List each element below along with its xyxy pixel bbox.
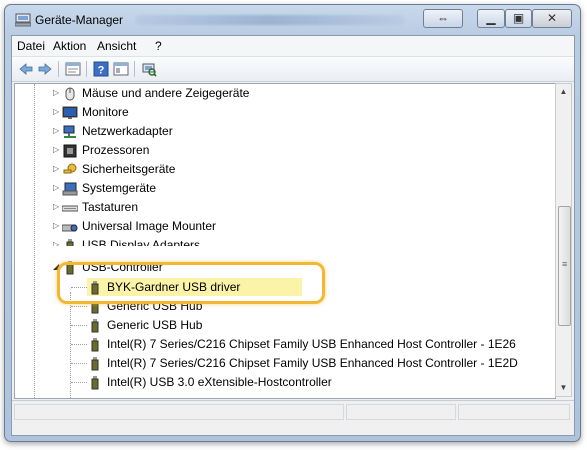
tree-item-label: Intel(R) 7 Series/C216 Chipset Family US…	[107, 337, 516, 351]
toolbar-separator	[134, 61, 135, 77]
status-cell	[458, 404, 570, 420]
keyboard-icon	[62, 205, 78, 212]
tree-item-label: Tastaturen	[82, 200, 139, 214]
expand-arrow-icon[interactable]: ▷	[53, 203, 61, 211]
close-button[interactable]: ✕	[532, 9, 572, 28]
tree-item-label: Monitore	[82, 105, 129, 119]
toolbar: ?	[12, 57, 574, 82]
tree-item-label: Mäuse und andere Zeigegeräte	[82, 86, 250, 100]
tree-item-label: Sicherheitsgeräte	[82, 162, 176, 176]
status-bar	[12, 400, 574, 423]
tree-item-prozessoren[interactable]: ▷ Prozessoren	[15, 141, 555, 160]
tree-item-label: USB Display Adapters	[82, 238, 201, 252]
vertical-scrollbar[interactable]: ▲ ≡ ▼	[555, 83, 572, 397]
device-manager-icon	[15, 13, 31, 27]
menu-help[interactable]: ?	[155, 39, 162, 53]
close-icon: ✕	[546, 11, 558, 25]
view-icon[interactable]	[113, 61, 129, 77]
status-cell	[346, 404, 456, 420]
tree-item-label: Prozessoren	[82, 143, 150, 157]
back-arrow-icon[interactable]	[18, 61, 34, 77]
usb-device-icon	[91, 357, 99, 371]
usb-child-intel-usb3[interactable]: Intel(R) USB 3.0 eXtensible-Hostcontroll…	[15, 373, 555, 392]
status-cell	[14, 404, 344, 420]
maximize-button[interactable]: ▣	[505, 9, 532, 28]
security-key-icon	[63, 163, 77, 174]
mouse-icon	[65, 87, 75, 101]
tree-item-tastaturen[interactable]: ▷ Tastaturen	[15, 198, 555, 217]
tree-item-maeuse[interactable]: ▷ Mäuse und andere Zeigegeräte	[15, 84, 555, 103]
scroll-down-arrow-icon[interactable]: ▼	[556, 380, 571, 396]
menu-datei[interactable]: Datei	[17, 39, 45, 53]
expand-arrow-icon[interactable]: ▷	[53, 127, 61, 135]
toolbar-separator	[86, 61, 87, 77]
help-icon[interactable]: ?	[93, 61, 109, 77]
title-bar-blur	[135, 15, 405, 25]
expand-arrow-icon[interactable]: ▷	[53, 184, 61, 192]
device-manager-window: Geräte-Manager ⇔ ▁ ▣ ✕ Datei Aktion Ansi…	[4, 4, 581, 442]
scroll-up-arrow-icon[interactable]: ▲	[556, 84, 571, 100]
drive-icon	[62, 224, 78, 232]
usb-device-icon	[91, 338, 99, 352]
system-device-icon	[62, 182, 78, 196]
processor-icon	[63, 144, 77, 158]
toolbar-separator	[58, 61, 59, 77]
usb-child-intel-1e2d[interactable]: Intel(R) 7 Series/C216 Chipset Family US…	[15, 354, 555, 373]
expand-arrow-icon[interactable]: ▷	[53, 241, 61, 247]
device-tree[interactable]: ▷ Mäuse und andere Zeigegeräte ▷ Monitor…	[14, 83, 556, 399]
network-icon	[63, 125, 76, 138]
expand-arrow-icon[interactable]: ▷	[53, 222, 61, 230]
usb-device-icon	[91, 376, 99, 390]
expand-arrow-icon[interactable]: ▷	[53, 165, 61, 173]
tree-item-label: Intel(R) USB 3.0 eXtensible-Hostcontroll…	[107, 375, 332, 389]
usb-child-generic-hub-2[interactable]: Generic USB Hub	[15, 316, 555, 335]
highlight-callout	[57, 262, 325, 304]
tree-item-universal-image-mounter[interactable]: ▷ Universal Image Mounter	[15, 217, 555, 236]
monitor-icon	[62, 106, 78, 119]
scroll-grip-icon: ≡	[562, 259, 568, 269]
menu-aktion[interactable]: Aktion	[53, 39, 86, 53]
menu-ansicht[interactable]: Ansicht	[97, 39, 136, 53]
client-area: Datei Aktion Ansicht ? ? ▷ Mäuse und and…	[11, 35, 575, 436]
svg-text:?: ?	[98, 65, 105, 77]
scrollbar-thumb[interactable]: ≡	[558, 206, 571, 326]
scan-hardware-icon[interactable]	[141, 61, 157, 77]
tree-item-monitore[interactable]: ▷ Monitore	[15, 103, 555, 122]
expand-arrow-icon[interactable]: ▷	[53, 89, 61, 97]
resize-arrows-icon: ⇔	[437, 11, 449, 25]
tree-item-label: Intel(R) 7 Series/C216 Chipset Family US…	[107, 356, 518, 370]
maximize-icon: ▣	[512, 11, 525, 25]
resize-button[interactable]: ⇔	[423, 9, 463, 28]
usb-child-intel-1e26[interactable]: Intel(R) 7 Series/C216 Chipset Family US…	[15, 335, 555, 354]
tree-item-systemgeraete[interactable]: ▷ Systemgeräte	[15, 179, 555, 198]
expand-arrow-icon[interactable]: ▷	[53, 108, 61, 116]
properties-icon[interactable]	[65, 61, 81, 77]
expand-arrow-icon[interactable]: ▷	[53, 146, 61, 154]
tree-item-usb-display-adapters[interactable]: ▷ USB Display Adapters	[15, 236, 555, 252]
window-title: Geräte-Manager	[35, 13, 124, 27]
title-bar[interactable]: Geräte-Manager ⇔ ▁ ▣ ✕	[5, 5, 580, 35]
minimize-icon: ▁	[486, 11, 496, 25]
tree-item-label: Systemgeräte	[82, 181, 157, 195]
tree-item-netzwerkadapter[interactable]: ▷ Netzwerkadapter	[15, 122, 555, 141]
tree-item-sicherheitsgeraete[interactable]: ▷ Sicherheitsgeräte	[15, 160, 555, 179]
tree-item-label: Universal Image Mounter	[82, 219, 217, 233]
usb-device-icon	[91, 319, 99, 333]
forward-arrow-icon[interactable]	[37, 61, 53, 77]
menu-bar: Datei Aktion Ansicht ?	[12, 36, 574, 57]
minimize-button[interactable]: ▁	[477, 9, 505, 28]
tree-item-label: Generic USB Hub	[107, 318, 203, 332]
usb-icon	[66, 239, 74, 246]
tree-item-label: Netzwerkadapter	[82, 124, 173, 138]
